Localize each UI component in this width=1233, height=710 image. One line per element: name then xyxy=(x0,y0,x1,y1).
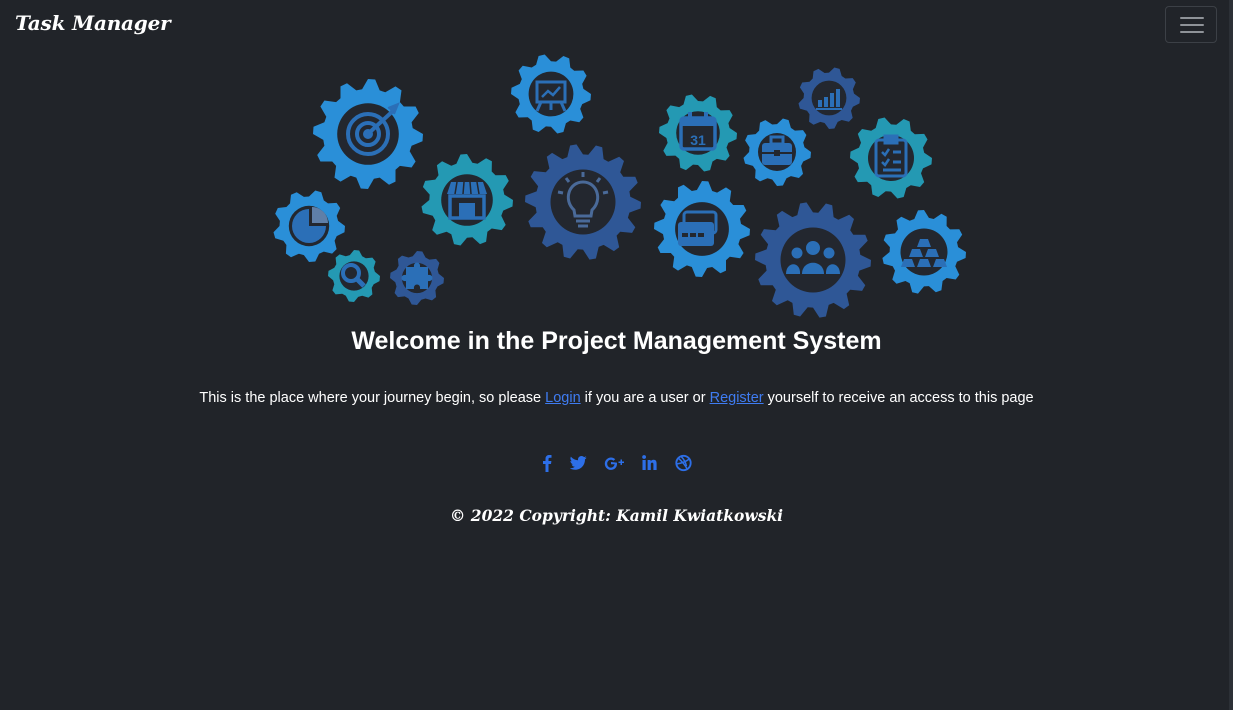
navbar: Task Manager xyxy=(0,0,1229,50)
intro-text: This is the place where your journey beg… xyxy=(0,390,1233,406)
twitter-icon xyxy=(570,455,587,470)
gear-center-team xyxy=(780,227,846,293)
window-edge xyxy=(1229,0,1233,710)
hero-gears-illustration: 31 xyxy=(262,48,978,330)
linkedin-icon xyxy=(642,455,657,470)
google-plus-icon xyxy=(604,457,624,470)
login-link[interactable]: Login xyxy=(545,390,580,406)
copyright-text: © 2022 Copyright: Kamil Kwiatkowski xyxy=(449,506,784,525)
social-links xyxy=(536,454,700,476)
twitter-link[interactable] xyxy=(570,454,587,474)
google-plus-link[interactable] xyxy=(604,454,626,474)
navbar-toggler-button[interactable] xyxy=(1165,6,1217,43)
intro-text-before: This is the place where your journey beg… xyxy=(199,390,546,406)
intro-text-middle: if you are a user or xyxy=(580,390,710,406)
app-window: Task Manager 31 Welcome in the Project M… xyxy=(0,0,1233,710)
page-title: Welcome in the Project Management System xyxy=(351,327,882,355)
dribbble-icon xyxy=(675,454,692,472)
dribbble-link[interactable] xyxy=(675,454,692,474)
facebook-link[interactable] xyxy=(542,454,552,474)
linkedin-link[interactable] xyxy=(642,454,657,474)
calendar-day-text: 31 xyxy=(690,132,706,148)
intro-text-after: yourself to receive an access to this pa… xyxy=(763,390,1034,406)
register-link[interactable]: Register xyxy=(710,390,764,406)
facebook-icon xyxy=(543,455,552,472)
gear-center-gold xyxy=(900,228,948,276)
gear-center-barchart xyxy=(811,80,847,116)
brand-link[interactable]: Task Manager xyxy=(15,11,171,35)
